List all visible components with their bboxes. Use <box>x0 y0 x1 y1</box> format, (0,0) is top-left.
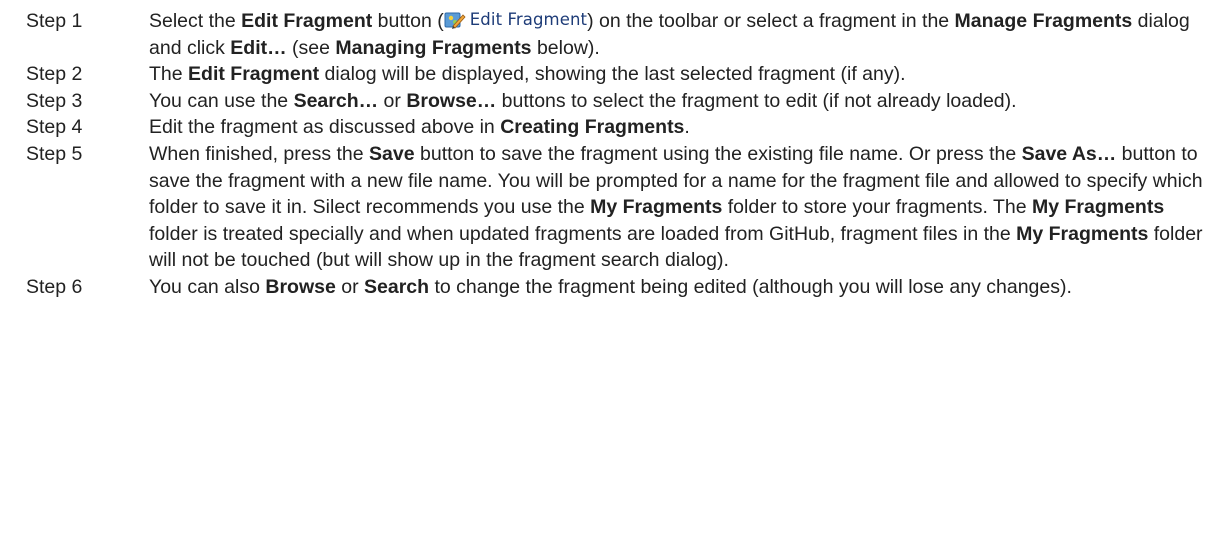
text-run: Edit the fragment as discussed above in <box>149 116 501 139</box>
step-text: Select the Edit Fragment button (Edit Fr… <box>149 8 1206 61</box>
step-label: Step 5 <box>26 142 83 165</box>
edit-fragment-icon <box>444 12 466 29</box>
step-text: You can use the Search… or Browse… butto… <box>149 88 1206 115</box>
bold-term: Save As… <box>1021 142 1117 165</box>
step-text: You can also Browse or Search to change … <box>149 274 1206 301</box>
bold-term: Edit Fragment <box>188 63 320 86</box>
step-item: Step 5 When finished, press the Save butt… <box>26 141 1206 274</box>
text-run: button ( <box>372 10 444 32</box>
step-text: When finished, press the Save button to … <box>149 141 1206 274</box>
bold-term: My Fragments <box>590 196 723 219</box>
text-run: Select the <box>149 10 242 32</box>
step-label: Step 2 <box>26 63 83 86</box>
bold-term: My Fragments <box>1016 222 1149 245</box>
bold-term: Save <box>369 142 415 165</box>
bold-term: Managing Fragments <box>335 36 532 59</box>
step-item: Step 1 Select the Edit Fragment button (E… <box>26 8 1206 61</box>
text-run: folder is treated specially and when upd… <box>149 222 1017 245</box>
bold-term: My Fragments <box>1031 196 1165 219</box>
text-run: . <box>684 116 690 139</box>
text-run: The <box>149 63 189 86</box>
text-run: When finished, press the <box>149 142 370 165</box>
text-run: to change the fragment being edited (alt… <box>429 275 1072 298</box>
text-run: button to save the fragment using the ex… <box>414 142 1022 165</box>
bold-term: Manage Fragments <box>954 10 1133 32</box>
text-run: You can use the <box>149 89 294 112</box>
step-label: Step 3 <box>26 89 83 112</box>
step-text: The Edit Fragment dialog will be display… <box>149 61 1206 88</box>
step-label: Step 6 <box>26 275 83 298</box>
edit-fragment-toolbar-image: Edit Fragment <box>444 8 587 32</box>
step-item: Step 2 The Edit Fragment dialog will be d… <box>26 61 1206 88</box>
step-label: Step 1 <box>26 10 83 32</box>
bold-term: Browse… <box>406 89 497 112</box>
step-item: Step 6 You can also Browse or Search to c… <box>26 274 1206 301</box>
text-run: You can also <box>149 275 266 298</box>
edit-fragment-button-label: Edit Fragment <box>469 9 588 29</box>
bold-term: Edit Fragment <box>241 10 373 32</box>
step-label: Step 4 <box>26 116 83 139</box>
bold-term: Browse <box>265 275 336 298</box>
step-item: Step 3 You can use the Search… or Browse…… <box>26 88 1206 115</box>
text-run: or <box>335 275 365 298</box>
bold-term: Search <box>364 275 430 298</box>
text-run: (see <box>286 36 336 59</box>
step-item: Step 4 Edit the fragment as discussed abo… <box>26 114 1206 141</box>
step-list: Step 1 Select the Edit Fragment button (E… <box>26 8 1206 301</box>
step-text: Edit the fragment as discussed above in … <box>149 114 1206 141</box>
text-run: buttons to select the fragment to edit (… <box>496 89 1017 112</box>
text-run: dialog will be displayed, showing the la… <box>319 63 906 86</box>
text-run: below). <box>531 36 600 59</box>
bold-term: Edit… <box>230 36 287 59</box>
text-run: or <box>378 89 407 112</box>
bold-term: Creating Fragments <box>500 116 685 139</box>
text-run: ) on the toolbar or select a fragment in… <box>587 10 955 32</box>
text-run: folder to store your fragments. The <box>722 196 1032 219</box>
bold-term: Search… <box>293 89 379 112</box>
